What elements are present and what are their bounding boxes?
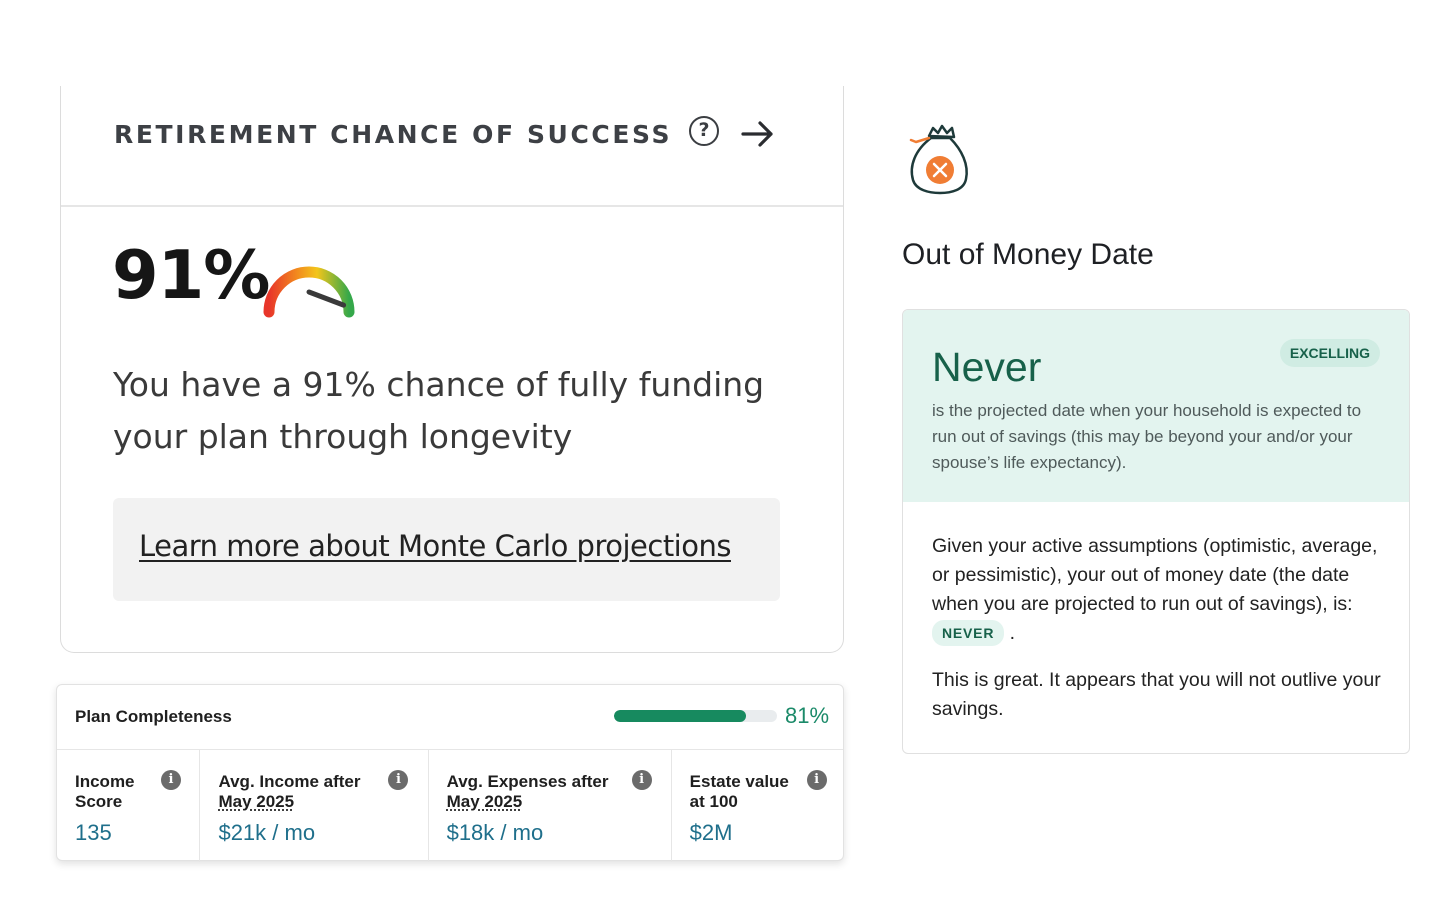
metric-avg-income: Avg. Income after May 2025 i $21k / mo bbox=[200, 750, 429, 862]
metric-income-score: Income Score i 135 bbox=[57, 750, 201, 862]
arrow-right-icon[interactable] bbox=[741, 120, 775, 148]
success-percent: 91% bbox=[112, 236, 270, 314]
out-of-money-body: Given your active assumptions (optimisti… bbox=[932, 532, 1392, 742]
plan-header: Plan Completeness 81% bbox=[57, 685, 843, 750]
info-icon[interactable]: i bbox=[806, 770, 827, 790]
out-of-money-explanation: Given your active assumptions (optimisti… bbox=[932, 535, 1378, 646]
out-of-money-subtitle: is the projected date when your househol… bbox=[932, 401, 1362, 472]
info-icon[interactable]: i bbox=[631, 770, 652, 790]
metrics-row: Income Score i 135 Avg. Income after May 2… bbox=[57, 750, 843, 862]
metric-value: $21k / mo bbox=[218, 820, 316, 845]
success-description: You have a 91% chance of fully funding y… bbox=[113, 365, 765, 456]
info-icon[interactable]: i bbox=[161, 770, 181, 790]
metric-value: 135 bbox=[75, 820, 112, 845]
plan-title: Plan Completeness bbox=[75, 707, 232, 726]
retirement-header: RETIREMENT CHANCE OF SUCCESS ? bbox=[61, 86, 843, 207]
never-badge: NEVER bbox=[932, 620, 1005, 646]
metric-label: Estate value at 100 bbox=[689, 772, 789, 811]
out-of-money-status: Never bbox=[932, 344, 1042, 390]
metric-avg-expenses: Avg. Expenses after May 2025 i $18k / mo bbox=[429, 750, 672, 862]
info-icon[interactable]: i bbox=[388, 770, 409, 790]
out-of-money-card: Never EXCELLING is the projected date wh… bbox=[902, 309, 1410, 754]
plan-progress-fill bbox=[614, 710, 747, 722]
out-of-money-title: Out of Money Date bbox=[902, 238, 1154, 271]
plan-completeness-card: Plan Completeness 81% Income Score i 135 … bbox=[56, 684, 844, 862]
money-bag-icon bbox=[909, 124, 968, 195]
plan-progress-bar bbox=[614, 710, 777, 722]
learn-more-link[interactable]: Learn more about Monte Carlo projections bbox=[139, 529, 731, 563]
metric-label: Income Score bbox=[75, 772, 135, 811]
excelling-badge: EXCELLING bbox=[1279, 339, 1380, 367]
retirement-title: RETIREMENT CHANCE OF SUCCESS bbox=[114, 120, 673, 149]
learn-more-box: Learn more about Monte Carlo projections bbox=[113, 498, 780, 601]
metric-value: $2M bbox=[689, 820, 733, 845]
metric-label: Avg. Income after May 2025 bbox=[218, 772, 361, 811]
metric-label: Avg. Expenses after May 2025 bbox=[446, 772, 609, 811]
gauge-icon bbox=[263, 266, 355, 318]
metric-estate-value: Estate value at 100 i $2M bbox=[672, 750, 843, 862]
retirement-card: RETIREMENT CHANCE OF SUCCESS ? 91% You h… bbox=[60, 86, 844, 653]
metric-value: $18k / mo bbox=[446, 820, 544, 845]
out-of-money-summary: Never EXCELLING is the projected date wh… bbox=[903, 310, 1409, 502]
help-circle-icon[interactable]: ? bbox=[689, 116, 719, 146]
plan-progress-text: 81% bbox=[785, 703, 830, 728]
out-of-money-conclusion: This is great. It appears that you will … bbox=[932, 669, 1381, 720]
